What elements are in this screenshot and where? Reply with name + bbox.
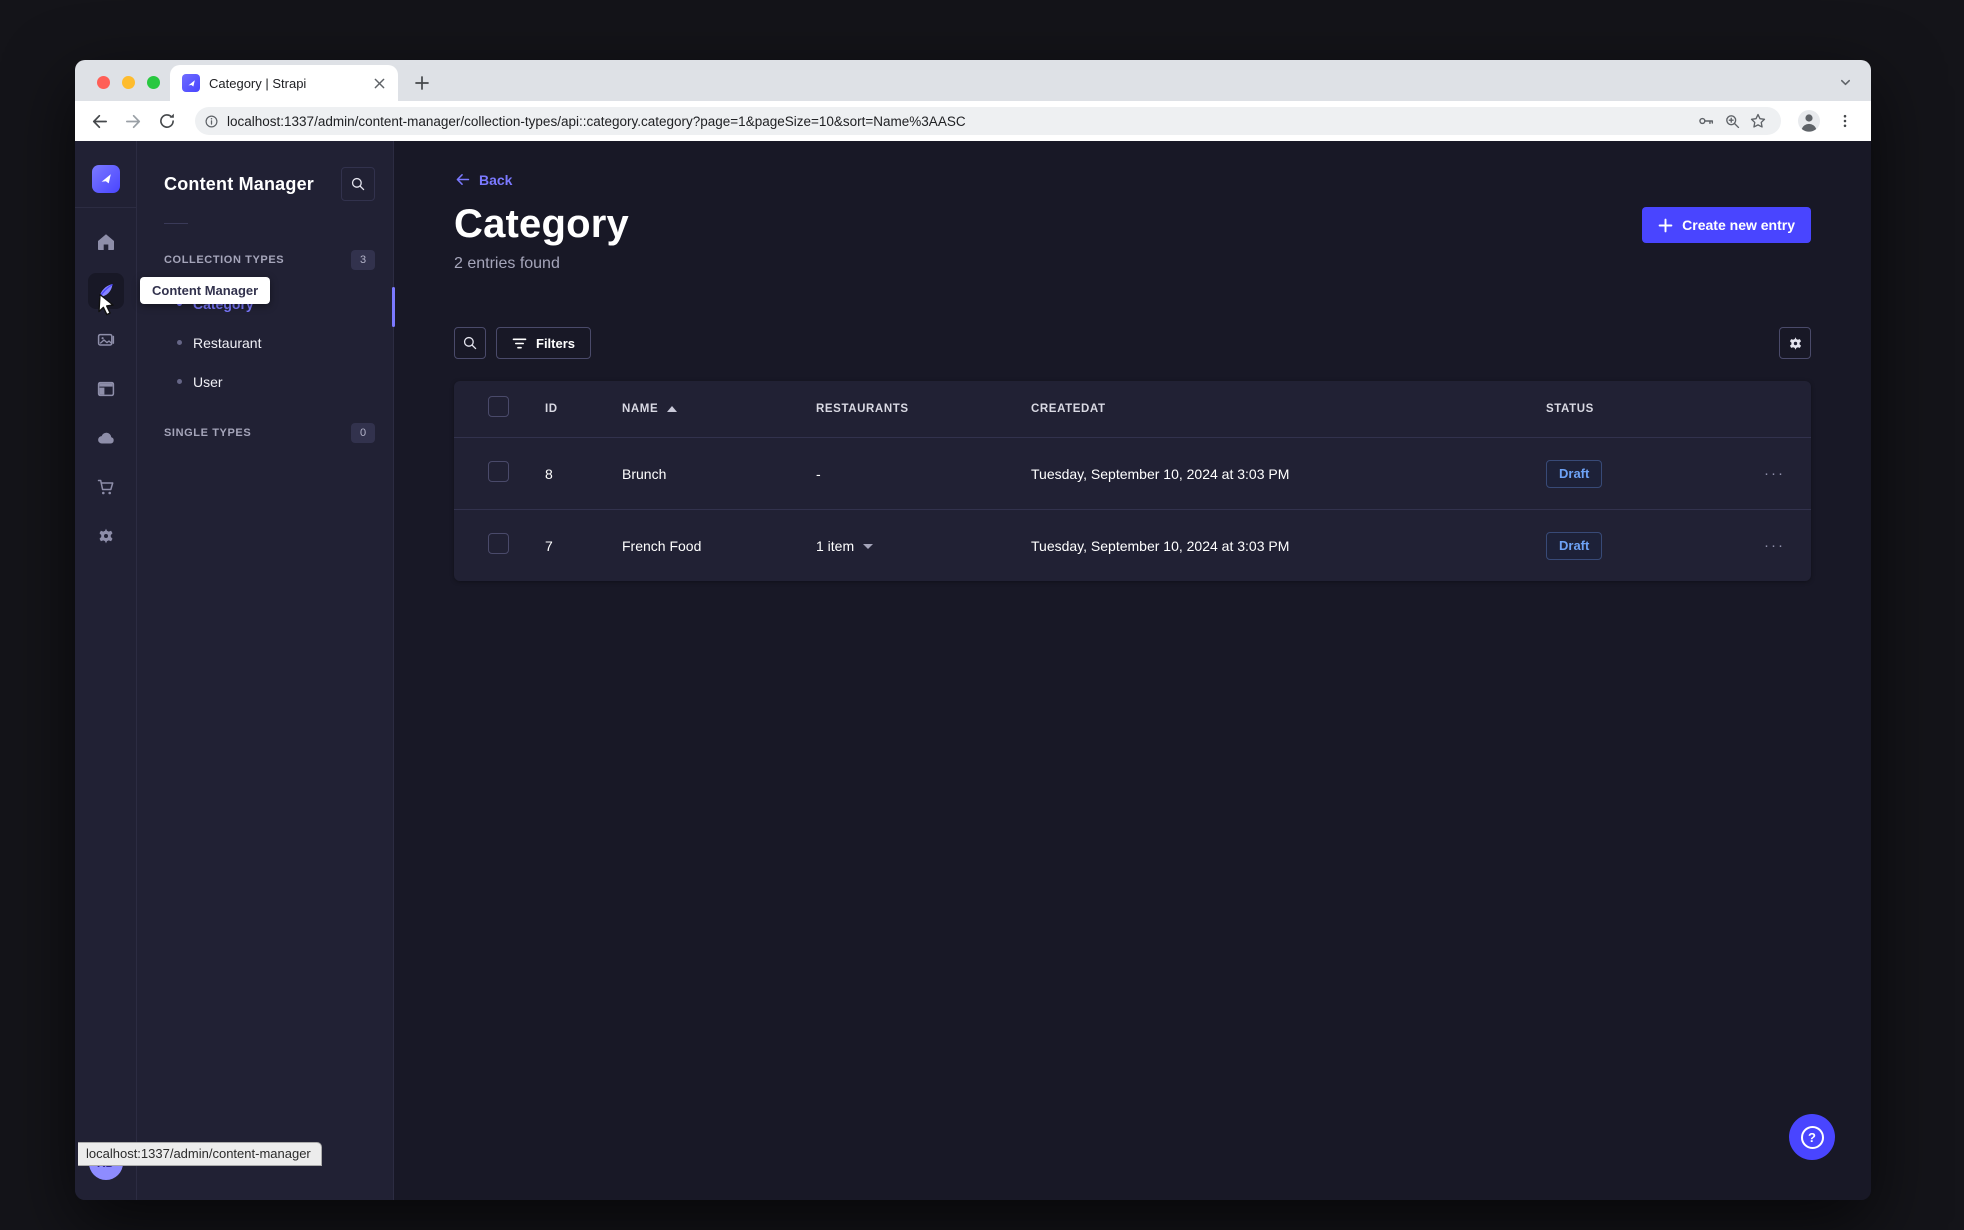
bookmark-star-icon[interactable] <box>1745 108 1771 134</box>
rail-media-library-icon[interactable] <box>88 322 124 358</box>
cell-restaurants[interactable]: 1 item <box>816 538 854 554</box>
table-row[interactable]: 7 French Food 1 item Tuesday, September … <box>454 509 1811 581</box>
tab-search-chevron-icon[interactable] <box>1833 70 1857 94</box>
profile-avatar-icon[interactable] <box>1795 107 1823 135</box>
table-search-button[interactable] <box>454 327 486 359</box>
view-settings-button[interactable] <box>1779 327 1811 359</box>
reload-icon[interactable] <box>153 107 181 135</box>
entries-table: ID NAME RESTAURANTS CREATEDAT STATUS 8 B… <box>454 381 1811 581</box>
rail-settings-icon[interactable] <box>88 518 124 554</box>
cell-id: 7 <box>545 537 553 554</box>
rail-content-manager-icon[interactable] <box>87 273 124 309</box>
row-checkbox[interactable] <box>488 460 509 482</box>
filters-button[interactable]: Filters <box>496 327 592 359</box>
minimize-window-button[interactable] <box>122 76 135 89</box>
rail-home-icon[interactable] <box>88 224 124 260</box>
site-info-icon[interactable] <box>204 114 219 129</box>
subnav-title: Content Manager <box>164 173 315 194</box>
cell-name: Brunch <box>622 465 667 482</box>
maximize-window-button[interactable] <box>147 76 160 89</box>
content-manager-tooltip: Content Manager <box>140 277 271 304</box>
strapi-logo-icon[interactable] <box>91 165 120 193</box>
collection-types-count-badge: 3 <box>351 250 375 270</box>
tab-title: Category | Strapi <box>209 75 307 91</box>
link-status-bar: localhost:1337/admin/content-manager <box>78 1142 322 1166</box>
sidebar-item-restaurant[interactable]: Restaurant <box>164 323 375 362</box>
main-content: Back Category Create new entry 2 entries… <box>394 141 1871 1200</box>
address-bar[interactable]: localhost:1337/admin/content-manager/col… <box>195 107 1781 135</box>
question-mark-icon: ? <box>1800 1125 1824 1149</box>
status-badge: Draft <box>1546 531 1603 560</box>
sort-asc-icon <box>667 406 678 412</box>
rail-marketplace-icon[interactable] <box>88 469 124 505</box>
passwords-key-icon[interactable] <box>1693 108 1719 134</box>
main-nav-rail: KD <box>75 141 137 1200</box>
chevron-down-icon <box>863 544 874 549</box>
cell-name: French Food <box>622 537 702 554</box>
tab-bar: Category | Strapi <box>75 60 1871 101</box>
strapi-app: KD Content Manager COLLECTION TYPES 3 <box>75 141 1871 1200</box>
url-text[interactable]: localhost:1337/admin/content-manager/col… <box>227 114 1693 129</box>
zoom-icon[interactable] <box>1719 108 1745 134</box>
single-types-label: SINGLE TYPES <box>164 427 252 439</box>
window-controls <box>97 76 160 89</box>
browser-window: Category | Strapi localhost:1337/admin/c… <box>75 60 1871 1200</box>
subnav-search-button[interactable] <box>341 167 375 201</box>
cell-createdat: Tuesday, September 10, 2024 at 3:03 PM <box>1031 537 1290 554</box>
header-createdat[interactable]: CREATEDAT <box>1031 403 1546 415</box>
select-all-checkbox[interactable] <box>488 396 509 417</box>
row-more-icon[interactable]: ··· <box>1734 537 1811 554</box>
entries-count: 2 entries found <box>454 255 560 272</box>
back-icon[interactable] <box>85 107 113 135</box>
browser-tab[interactable]: Category | Strapi <box>170 65 398 101</box>
search-icon <box>463 336 477 350</box>
browser-menu-icon[interactable] <box>1831 107 1859 135</box>
sidebar-item-user[interactable]: User <box>164 362 375 401</box>
forward-icon[interactable] <box>119 107 147 135</box>
new-tab-button[interactable] <box>408 69 436 97</box>
gear-icon <box>1789 336 1801 350</box>
create-new-entry-button[interactable]: Create new entry <box>1642 207 1811 243</box>
tab-close-icon[interactable] <box>370 74 388 92</box>
single-types-count-badge: 0 <box>351 423 375 443</box>
table-row[interactable]: 8 Brunch - Tuesday, September 10, 2024 a… <box>454 437 1811 509</box>
header-status[interactable]: STATUS <box>1546 403 1734 415</box>
bullet-icon <box>177 379 182 384</box>
table-header-row: ID NAME RESTAURANTS CREATEDAT STATUS <box>454 381 1811 437</box>
cell-restaurants: - <box>816 465 821 482</box>
header-id[interactable]: ID <box>534 403 622 415</box>
filter-icon <box>512 338 527 348</box>
rail-cloud-icon[interactable] <box>88 420 124 456</box>
rail-divider <box>75 207 136 208</box>
page-title: Category <box>454 202 629 246</box>
browser-toolbar: localhost:1337/admin/content-manager/col… <box>75 101 1871 141</box>
status-badge: Draft <box>1546 459 1603 488</box>
strapi-favicon-icon <box>182 74 200 92</box>
cell-id: 8 <box>545 465 553 482</box>
toolbar-right <box>1795 107 1859 135</box>
collection-types-label: COLLECTION TYPES <box>164 254 285 266</box>
bullet-icon <box>177 340 182 345</box>
help-button[interactable]: ? <box>1789 1114 1835 1160</box>
subnav-divider <box>164 223 188 224</box>
header-restaurants[interactable]: RESTAURANTS <box>816 403 1031 415</box>
plus-icon <box>1658 218 1673 232</box>
back-link[interactable]: Back <box>454 171 1811 188</box>
row-checkbox[interactable] <box>488 532 509 554</box>
desktop-background: Category | Strapi localhost:1337/admin/c… <box>0 0 1964 1230</box>
rail-content-type-builder-icon[interactable] <box>88 371 124 407</box>
arrow-left-icon <box>456 174 470 185</box>
close-window-button[interactable] <box>97 76 110 89</box>
cell-createdat: Tuesday, September 10, 2024 at 3:03 PM <box>1031 465 1290 482</box>
row-more-icon[interactable]: ··· <box>1734 465 1811 482</box>
header-name[interactable]: NAME <box>622 403 658 415</box>
